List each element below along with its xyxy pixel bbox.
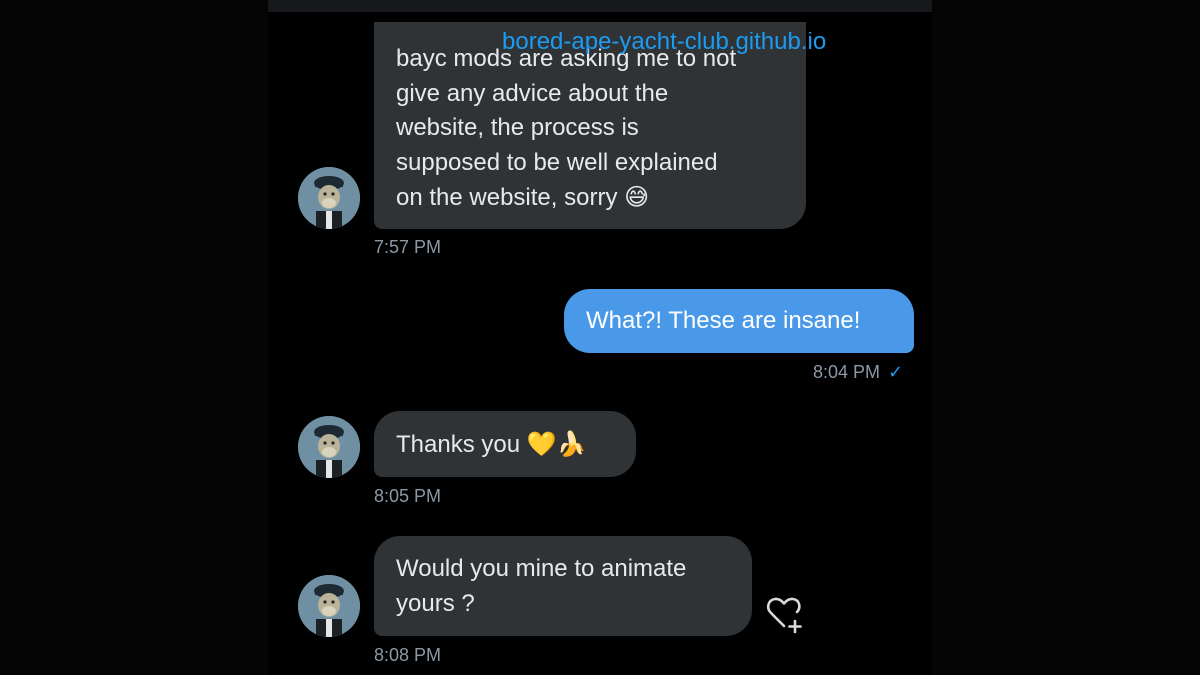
incoming-message-bubble[interactable]: Thanks you 💛🍌 [374,411,636,477]
message-link[interactable]: bored-ape-yacht-club.github.io [502,32,848,54]
message-timestamp: 8:04 PM ✓ [813,362,903,382]
incoming-message-bubble[interactable]: bored-ape-yacht-club.github.io bayc mods… [374,22,826,229]
message-timestamp: 8:08 PM [374,645,442,665]
heart-plus-icon[interactable] [764,594,810,636]
message-text: Thanks you [396,431,521,458]
ape-avatar-icon[interactable] [298,167,360,229]
message-timestamp: 8:05 PM [374,486,442,506]
message-timestamp-text: 8:04 PM [813,362,881,382]
message-timestamp: 7:57 PM [374,237,442,257]
checkmark-icon: ✓ [888,362,904,382]
message-line: yours ? [396,589,475,617]
message-line: Would you mine to animate [396,555,687,582]
message-line: website, the process is [396,114,639,141]
message-line: supposed to be well explained [396,148,718,176]
dm-conversation: bored-ape-yacht-club.github.io bayc mods… [268,0,932,675]
heart-banana-emoji: 💛🍌 [526,430,587,458]
outgoing-message-bubble[interactable]: What?! These are insane! [564,289,914,353]
message-line: give any advice about the [396,79,669,107]
header-bar [268,0,932,12]
incoming-message-bubble[interactable]: Would you mine to animate yours ? [374,536,752,636]
ape-avatar-icon[interactable] [298,416,360,478]
ape-avatar-icon[interactable] [298,575,360,637]
sweat-smile-emoji: 😅 [624,183,650,211]
message-line: on the website, sorry 😅 [396,180,784,216]
message-line-text: on the website, sorry [396,184,618,211]
